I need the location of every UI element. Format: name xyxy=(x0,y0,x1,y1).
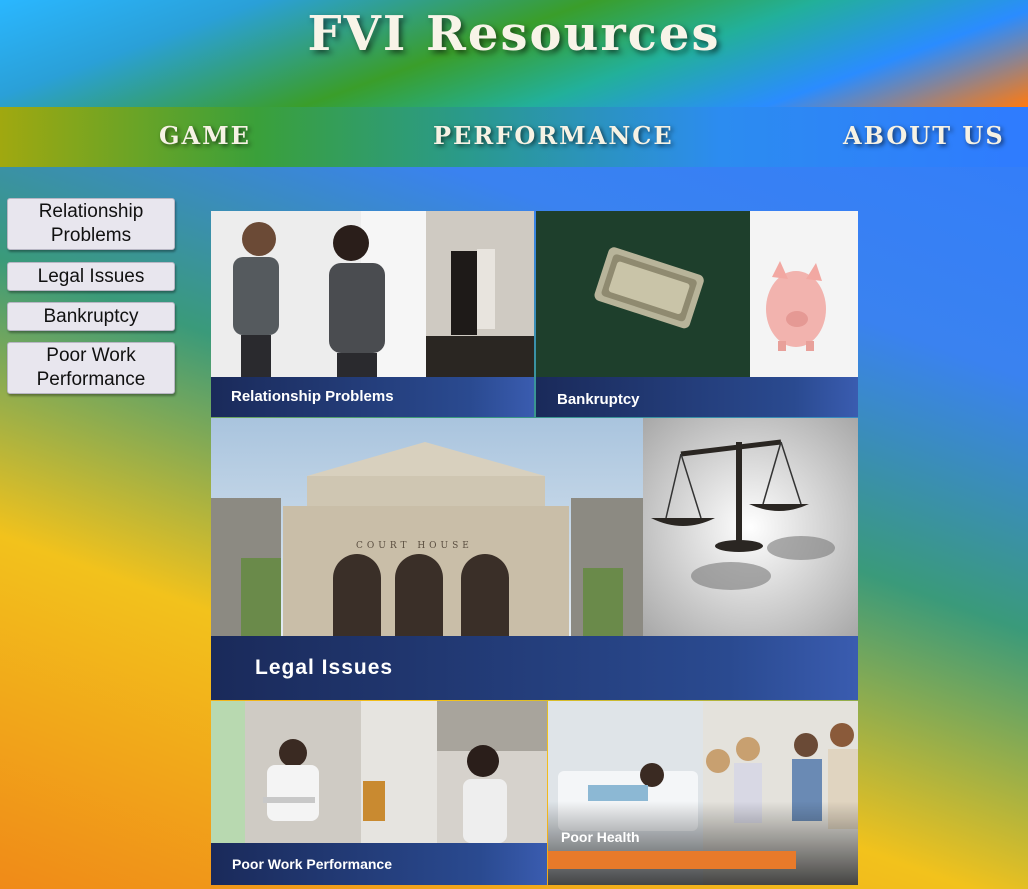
nav-game[interactable]: GAME xyxy=(159,121,251,150)
courthouse-sign: COURT HOUSE xyxy=(356,541,473,551)
site-title: FVI Resources xyxy=(307,6,721,62)
sidebar-item-label: Bankruptcy xyxy=(43,305,139,327)
nav-about-us[interactable]: ABOUT US xyxy=(843,121,1005,150)
sidebar-item-label: Legal Issues xyxy=(37,265,145,287)
tile-caption: Relationship Problems xyxy=(211,377,534,417)
bankruptcy-photo xyxy=(536,211,858,377)
nav-performance[interactable]: PERFORMANCE xyxy=(433,121,674,150)
health-accent-bar xyxy=(548,851,796,869)
tile-caption: Legal Issues xyxy=(211,636,858,700)
tile-caption: Bankruptcy xyxy=(536,377,858,417)
sidebar-item-label: Relationship Problems xyxy=(38,201,144,246)
relationship-photo xyxy=(211,211,534,377)
work-photo xyxy=(211,701,547,843)
legal-photo: COURT HOUSE xyxy=(211,418,858,636)
sidebar-legal-issues[interactable]: Legal Issues xyxy=(7,262,175,291)
tile-caption: Poor Work Performance xyxy=(211,843,547,885)
sidebar-bankruptcy[interactable]: Bankruptcy xyxy=(7,302,175,331)
tile-caption: Poor Health xyxy=(561,829,640,845)
sidebar-item-label: Poor Work Performance xyxy=(36,345,146,390)
tile-bankruptcy[interactable]: Bankruptcy xyxy=(536,211,858,417)
sidebar-relationship-problems[interactable]: Relationship Problems xyxy=(7,198,175,250)
sidebar-poor-work-performance[interactable]: Poor Work Performance xyxy=(7,342,175,394)
tile-legal-issues[interactable]: COURT HOUSE Legal Issues xyxy=(211,418,858,700)
tile-poor-health[interactable]: Poor Health xyxy=(548,701,858,885)
tile-poor-work-performance[interactable]: Poor Work Performance xyxy=(211,701,547,885)
tile-relationship-problems[interactable]: Relationship Problems xyxy=(211,211,534,417)
